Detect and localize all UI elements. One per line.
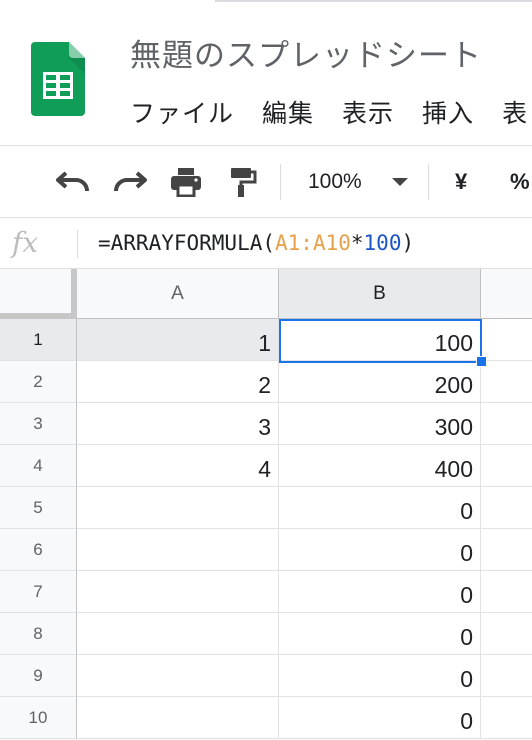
cell-c[interactable] <box>481 319 532 361</box>
formula-operator: * <box>350 231 364 255</box>
menu-format[interactable]: 表 <box>502 94 528 130</box>
cell-b[interactable]: 200 <box>279 361 481 403</box>
cell-c[interactable] <box>481 655 532 697</box>
menu-view[interactable]: 表示 <box>342 94 394 130</box>
row-header[interactable]: 2 <box>0 361 77 403</box>
row-header[interactable]: 10 <box>0 697 77 739</box>
cell-a[interactable]: 4 <box>77 445 279 487</box>
row-header[interactable]: 9 <box>0 655 77 697</box>
currency-format-button[interactable]: ¥ <box>455 164 467 200</box>
row-header[interactable]: 1 <box>0 319 77 361</box>
cell-b[interactable]: 0 <box>279 487 481 529</box>
paint-format-icon[interactable] <box>226 164 260 200</box>
table-row: 60 <box>0 529 532 571</box>
column-header-b[interactable]: B <box>279 269 481 319</box>
formula-input[interactable]: =ARRAYFORMULA(A1:A10*100) <box>98 231 414 255</box>
cell-a[interactable] <box>77 655 279 697</box>
sheets-logo-icon[interactable] <box>31 42 85 116</box>
table-row: 10 0 <box>0 697 532 739</box>
redo-icon[interactable] <box>112 164 148 200</box>
cell-c[interactable] <box>481 697 532 739</box>
cell-c[interactable] <box>481 403 532 445</box>
undo-icon[interactable] <box>55 164 91 200</box>
cell-b[interactable]: 400 <box>279 445 481 487</box>
table-row: 4 4 400 <box>0 445 532 487</box>
fx-icon: fx <box>12 226 39 259</box>
cell-b[interactable]: 0 <box>279 529 481 571</box>
column-header-a[interactable]: A <box>77 269 279 319</box>
toolbar-separator <box>280 164 281 200</box>
table-row: 2 2 200 <box>0 361 532 403</box>
toolbar-separator <box>428 164 429 200</box>
cell-a[interactable] <box>77 571 279 613</box>
table-row: 1 1 100 <box>0 319 532 361</box>
cell-b[interactable]: 0 <box>279 571 481 613</box>
menu-file[interactable]: ファイル <box>130 94 234 130</box>
cell-c[interactable] <box>481 361 532 403</box>
print-icon[interactable] <box>168 164 204 200</box>
row-header[interactable]: 6 <box>0 529 77 571</box>
formula-close-paren: ) <box>401 231 415 255</box>
top-rule <box>215 0 532 2</box>
menu-edit[interactable]: 編集 <box>262 94 314 130</box>
formula-bar: fx =ARRAYFORMULA(A1:A10*100) <box>0 217 532 269</box>
row-header[interactable]: 4 <box>0 445 77 487</box>
formula-bar-divider <box>77 230 78 258</box>
cell-a[interactable] <box>77 613 279 655</box>
cell-c[interactable] <box>481 613 532 655</box>
column-header-c[interactable] <box>481 269 532 319</box>
cell-c[interactable] <box>481 571 532 613</box>
formula-function: =ARRAYFORMULA( <box>98 231 276 255</box>
cell-c[interactable] <box>481 445 532 487</box>
row-header[interactable]: 5 <box>0 487 77 529</box>
cell-b[interactable]: 0 <box>279 697 481 739</box>
cell-c[interactable] <box>481 487 532 529</box>
cell-a[interactable]: 1 <box>77 319 279 361</box>
percent-format-button[interactable]: % <box>510 164 530 200</box>
table-row: 3 3 300 <box>0 403 532 445</box>
row-header[interactable]: 7 <box>0 571 77 613</box>
cell-b[interactable]: 0 <box>279 613 481 655</box>
cell-a[interactable] <box>77 487 279 529</box>
table-row: 90 <box>0 655 532 697</box>
table-row: 70 <box>0 571 532 613</box>
row-header[interactable]: 3 <box>0 403 77 445</box>
cell-a[interactable]: 3 <box>77 403 279 445</box>
table-row: 80 <box>0 613 532 655</box>
row-header[interactable]: 8 <box>0 613 77 655</box>
select-all-corner[interactable] <box>0 269 77 319</box>
cell-b[interactable]: 300 <box>279 403 481 445</box>
top-edge <box>0 0 532 10</box>
cell-b[interactable]: 100 <box>279 319 481 361</box>
zoom-select[interactable]: 100% <box>308 164 408 200</box>
table-row: 50 <box>0 487 532 529</box>
toolbar: 100% ¥ % <box>0 145 532 217</box>
fill-handle[interactable] <box>476 356 487 367</box>
cell-b[interactable]: 0 <box>279 655 481 697</box>
formula-range-ref: A1:A10 <box>275 231 351 255</box>
cell-a[interactable]: 2 <box>77 361 279 403</box>
zoom-value: 100% <box>308 170 362 193</box>
formula-number: 100 <box>363 231 402 255</box>
cell-a[interactable] <box>77 529 279 571</box>
cell-c[interactable] <box>481 529 532 571</box>
sheet-grid: A B 1 1 100 2 2 200 3 3 300 4 4 400 5 0 6 0 7 0 8 0 9 0 10 0 <box>0 269 532 740</box>
cell-a[interactable] <box>77 697 279 739</box>
document-title[interactable]: 無題のスプレッドシート <box>130 30 482 75</box>
menu-insert[interactable]: 挿入 <box>422 94 474 130</box>
menu-bar: ファイル 編集 表示 挿入 表 <box>130 94 532 130</box>
chevron-down-icon <box>391 178 408 186</box>
